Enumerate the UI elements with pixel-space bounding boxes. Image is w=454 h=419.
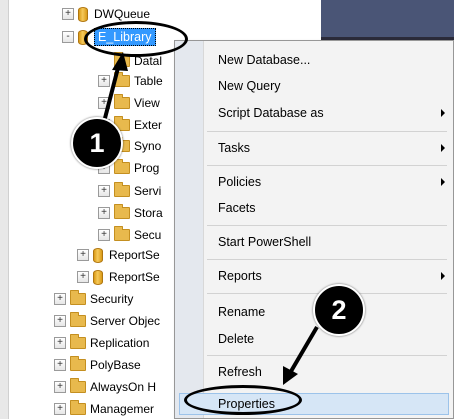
step-badge-1: 1: [71, 117, 123, 169]
arrow-to-properties: [288, 325, 319, 375]
annotation-arrows: [102, 52, 319, 385]
step-badge-2: 2: [313, 284, 365, 336]
arrow-to-e-library: [102, 63, 121, 123]
arrowhead-icon: [112, 52, 128, 71]
